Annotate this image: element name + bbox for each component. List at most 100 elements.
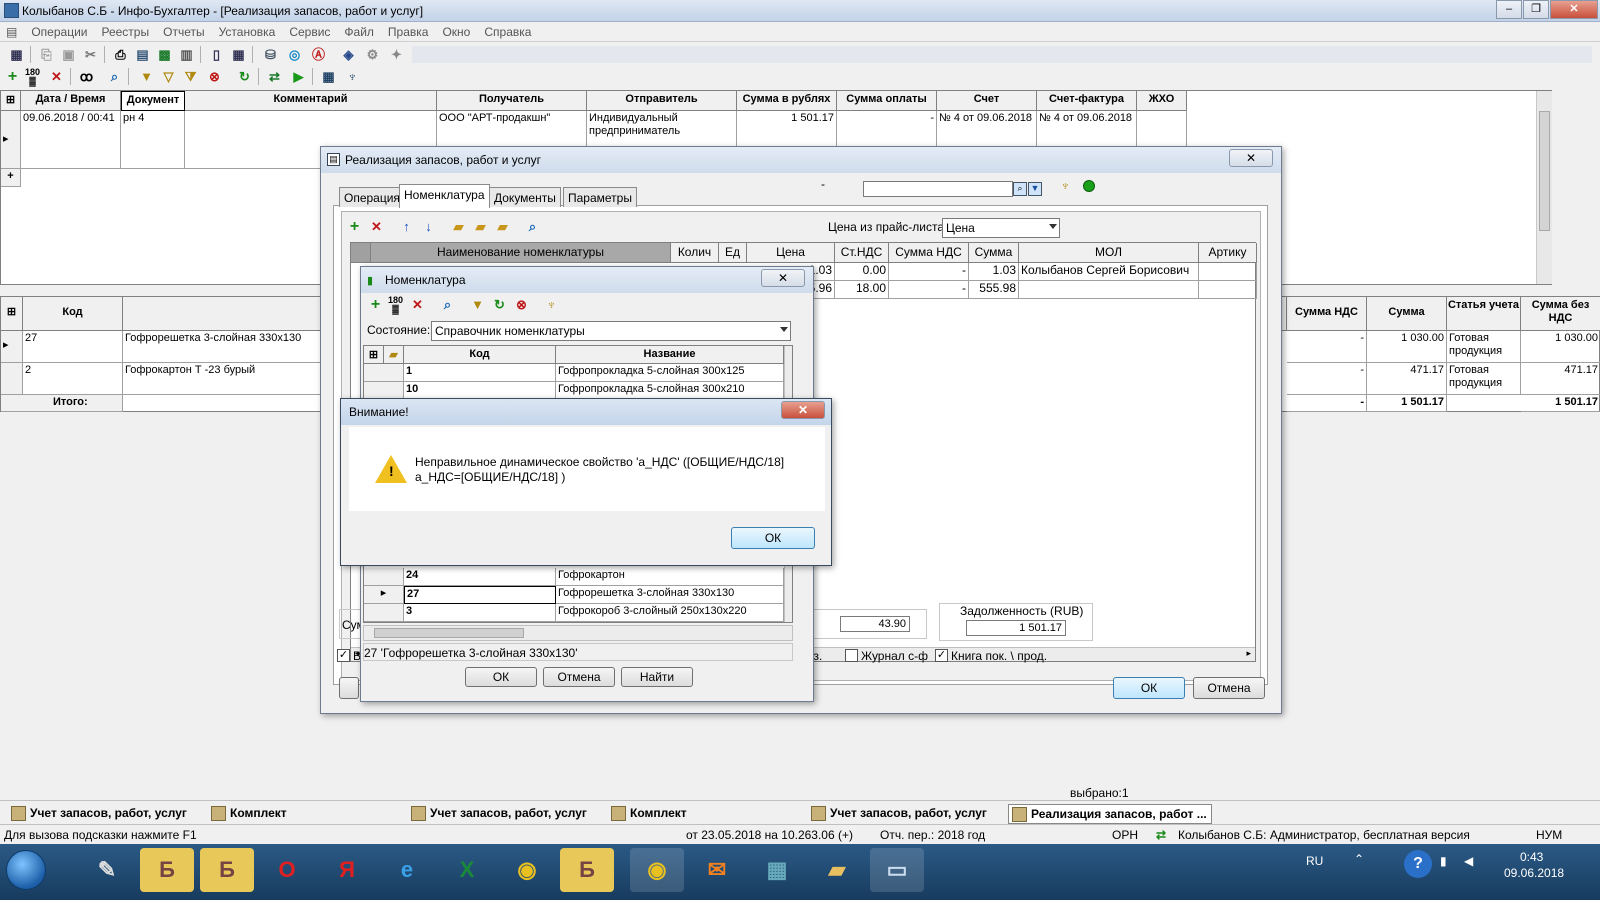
- grid-settings-icon[interactable]: ⊞: [1, 91, 21, 111]
- search-icon[interactable]: ⌕: [106, 68, 123, 85]
- menu-help[interactable]: Справка: [477, 22, 538, 39]
- paste-icon[interactable]: ▣: [60, 46, 77, 63]
- nom-search-icon[interactable]: ⌕: [439, 296, 456, 313]
- copy-icon[interactable]: ⎘: [38, 46, 55, 63]
- nom-item-name[interactable]: Гофрорешетка 3-слойная 330х130: [556, 586, 784, 604]
- taskbar-buh-2011-icon[interactable]: Б: [560, 848, 614, 892]
- col-vat-sum[interactable]: Сумма НДС: [1287, 297, 1367, 331]
- tray-volume-icon[interactable]: ◀: [1464, 854, 1473, 868]
- col-unit[interactable]: Ед: [719, 243, 747, 263]
- taskbar-window-icon[interactable]: ▭: [870, 848, 924, 892]
- item-article[interactable]: Готовая продукция: [1447, 331, 1521, 363]
- nom-item-code[interactable]: 27: [404, 586, 556, 604]
- menu-setup[interactable]: Установка: [212, 22, 283, 39]
- col-factura[interactable]: Счет-фактура: [1037, 91, 1137, 111]
- taskbar-chrome-active-icon[interactable]: ◉: [630, 848, 684, 892]
- item-article[interactable]: Готовая продукция: [1447, 363, 1521, 395]
- item-code[interactable]: 27: [23, 331, 123, 363]
- item-name[interactable]: Гофрокартон Т -23 бурый: [123, 363, 323, 395]
- col-price[interactable]: Цена: [747, 243, 835, 263]
- filter-clear-icon[interactable]: ⊗: [206, 68, 223, 85]
- play-icon[interactable]: ▶: [290, 68, 307, 85]
- taskbar-opera-icon[interactable]: O: [260, 848, 314, 892]
- settings-icon[interactable]: ⚙: [364, 46, 381, 63]
- nom-add-icon[interactable]: +: [367, 296, 384, 313]
- nom-cancel-button[interactable]: Отмена: [543, 667, 615, 687]
- alert-close-button[interactable]: ✕: [781, 401, 825, 419]
- tab-documents[interactable]: Документы: [489, 187, 561, 207]
- folder-delete-icon[interactable]: ▰: [450, 218, 467, 235]
- col-item-name[interactable]: Наименование номенклатуры: [371, 243, 671, 263]
- nom-col-name[interactable]: Название: [556, 346, 784, 364]
- mdi-tab-kit-2[interactable]: Комплект: [608, 804, 691, 824]
- taskbar-calculator-icon[interactable]: ▦: [750, 848, 804, 892]
- taskbar-yandex-icon[interactable]: Я: [320, 848, 374, 892]
- tray-expand-icon[interactable]: ⌃: [1354, 852, 1364, 866]
- item-sum[interactable]: 471.17: [1367, 363, 1447, 395]
- tray-network-icon[interactable]: ▮: [1440, 854, 1447, 868]
- sync-icon[interactable]: ◎: [286, 46, 303, 63]
- col-qty[interactable]: Колич: [671, 243, 719, 263]
- tree-icon[interactable]: ♆: [344, 68, 361, 85]
- nom-item-code[interactable]: 3: [404, 604, 556, 622]
- mdi-tab-realization[interactable]: Реализация запасов, работ ...: [1008, 804, 1212, 824]
- col-item-vat-sum[interactable]: Сумма НДС: [889, 243, 969, 263]
- menu-file[interactable]: Файл: [337, 22, 381, 39]
- filter-add-icon[interactable]: ▽: [160, 68, 177, 85]
- mdi-tab-inventory-1[interactable]: Учет запасов, работ, услуг: [8, 804, 191, 824]
- minimize-button[interactable]: –: [1496, 0, 1522, 19]
- tab-parameters[interactable]: Параметры: [563, 187, 637, 207]
- filter-icon[interactable]: ▼: [138, 68, 155, 85]
- dialog-search-icon[interactable]: ⌕: [1013, 182, 1027, 196]
- nom-item-code[interactable]: 24: [404, 568, 556, 586]
- taskbar-date[interactable]: 09.06.2018: [1504, 866, 1564, 880]
- folder-add-icon[interactable]: ▰: [472, 218, 489, 235]
- documents-scrollbar[interactable]: [1536, 91, 1552, 284]
- dlg-item-sum[interactable]: 1.03: [969, 263, 1019, 281]
- nom-refresh-icon[interactable]: ↻: [491, 296, 508, 313]
- help-icon[interactable]: ?: [1404, 850, 1432, 878]
- col-sender[interactable]: Отправитель: [587, 91, 737, 111]
- col-sum-no-vat[interactable]: Сумма без НДС: [1521, 297, 1600, 331]
- nom-ok-button[interactable]: ОК: [465, 667, 537, 687]
- arrows-icon[interactable]: ⇄: [266, 68, 283, 85]
- document-icon[interactable]: ▯: [208, 46, 225, 63]
- item-sum[interactable]: 1 030.00: [1367, 331, 1447, 363]
- col-recipient[interactable]: Получатель: [437, 91, 587, 111]
- taskbar-lang[interactable]: RU: [1306, 854, 1323, 868]
- report-icon[interactable]: ▥: [178, 46, 195, 63]
- cell-datetime[interactable]: 09.06.2018 / 00:41: [21, 111, 121, 169]
- taskbar-excel-icon[interactable]: X: [440, 848, 494, 892]
- nom-tree-icon[interactable]: ♆: [543, 296, 560, 313]
- nom-filter-clear-icon[interactable]: ⊗: [513, 296, 530, 313]
- nom-delete-icon[interactable]: ✕: [409, 296, 426, 313]
- row-add-icon[interactable]: +: [346, 218, 363, 235]
- print-icon[interactable]: ⎙: [112, 46, 129, 63]
- dlg-item-sum[interactable]: 555.98: [969, 281, 1019, 299]
- item-name[interactable]: Гофрорешетка 3-слойная 330х130: [123, 331, 323, 363]
- dialog-search-down-icon[interactable]: ▼: [1028, 182, 1042, 196]
- dlg-item-article[interactable]: [1199, 263, 1257, 281]
- item-vat-sum[interactable]: -: [1287, 331, 1367, 363]
- item-sum-no-vat[interactable]: 1 030.00: [1521, 331, 1600, 363]
- dlg-item-vat-sum[interactable]: -: [889, 281, 969, 299]
- item-sum-no-vat[interactable]: 471.17: [1521, 363, 1600, 395]
- cut-icon[interactable]: ✂: [82, 46, 99, 63]
- taskbar-ie-icon[interactable]: e: [380, 848, 434, 892]
- col-document[interactable]: Документ: [121, 91, 185, 111]
- move-up-icon[interactable]: ↑: [398, 218, 415, 235]
- mdi-tab-inventory-2[interactable]: Учет запасов, работ, услуг: [408, 804, 591, 824]
- taskbar-paint-icon[interactable]: ✎: [80, 848, 134, 892]
- nom-grid-icon[interactable]: ⊞: [364, 346, 384, 364]
- tab-operation[interactable]: Операция: [339, 187, 405, 207]
- nom-h-scrollbar[interactable]: [363, 625, 793, 641]
- mdi-tab-inventory-3[interactable]: Учет запасов, работ, услуг: [808, 804, 991, 824]
- taskbar-buh-2016-icon[interactable]: Б: [200, 848, 254, 892]
- menu-operations[interactable]: Операции: [24, 22, 94, 39]
- col-item-sum[interactable]: Сумма: [969, 243, 1019, 263]
- acrobat-icon[interactable]: Ⓐ: [310, 46, 327, 63]
- taskbar-explorer-icon[interactable]: ▰: [810, 848, 864, 892]
- taskbar-app-icon[interactable]: ✉: [690, 848, 744, 892]
- menu-edit[interactable]: Правка: [381, 22, 436, 39]
- folder-open-icon[interactable]: ▰: [494, 218, 511, 235]
